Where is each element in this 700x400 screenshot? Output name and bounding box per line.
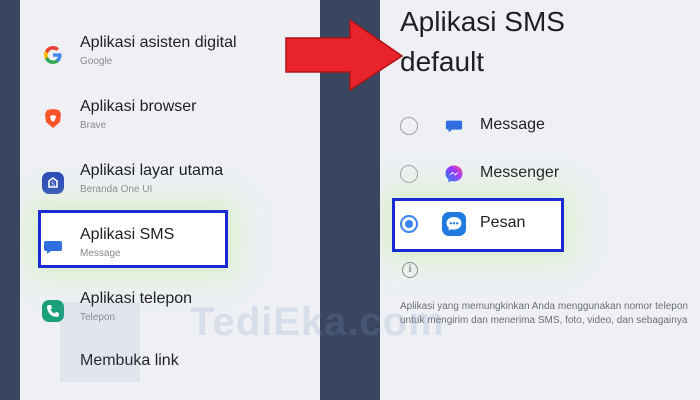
list-item-sms-app[interactable]: Aplikasi SMS Message: [20, 226, 320, 286]
list-item-subtitle: Google: [80, 56, 113, 67]
list-item-subtitle: Beranda One UI: [80, 184, 153, 195]
info-icon: i: [402, 262, 418, 278]
samsung-messages-icon: [442, 212, 466, 236]
option-message[interactable]: Message: [380, 106, 700, 146]
list-item-digital-assistant[interactable]: Aplikasi asisten digital Google: [20, 34, 320, 94]
list-item-title: Aplikasi layar utama: [80, 162, 224, 179]
message-icon: [442, 114, 466, 138]
radio-button[interactable]: [400, 165, 418, 183]
one-ui-home-icon: S: [40, 170, 66, 196]
list-item-title: Aplikasi browser: [80, 98, 197, 115]
option-label: Message: [480, 116, 545, 133]
option-label: Messenger: [480, 164, 560, 181]
message-icon: [40, 234, 66, 260]
list-item-subtitle: Message: [80, 248, 121, 259]
option-messenger[interactable]: Messenger: [380, 154, 700, 194]
watermark-logo: [60, 302, 140, 382]
list-item-subtitle: Brave: [80, 120, 107, 131]
page-title-line1: Aplikasi SMS: [400, 6, 565, 37]
radio-button-selected[interactable]: [400, 215, 418, 233]
option-pesan[interactable]: Pesan: [380, 204, 700, 244]
google-icon: [40, 42, 66, 68]
messenger-icon: [442, 162, 466, 186]
radio-button[interactable]: [400, 117, 418, 135]
list-item-browser[interactable]: Aplikasi browser Brave: [20, 98, 320, 158]
page-title-line2: default: [400, 46, 485, 77]
list-item-title: Aplikasi SMS: [80, 226, 175, 243]
option-label: Pesan: [480, 214, 526, 231]
watermark-text: TediEka.com: [190, 300, 445, 344]
svg-text:S: S: [51, 181, 55, 188]
brave-icon: [40, 106, 66, 132]
arrow-right-icon: [285, 18, 404, 92]
list-item-title: Aplikasi asisten digital: [80, 34, 237, 51]
